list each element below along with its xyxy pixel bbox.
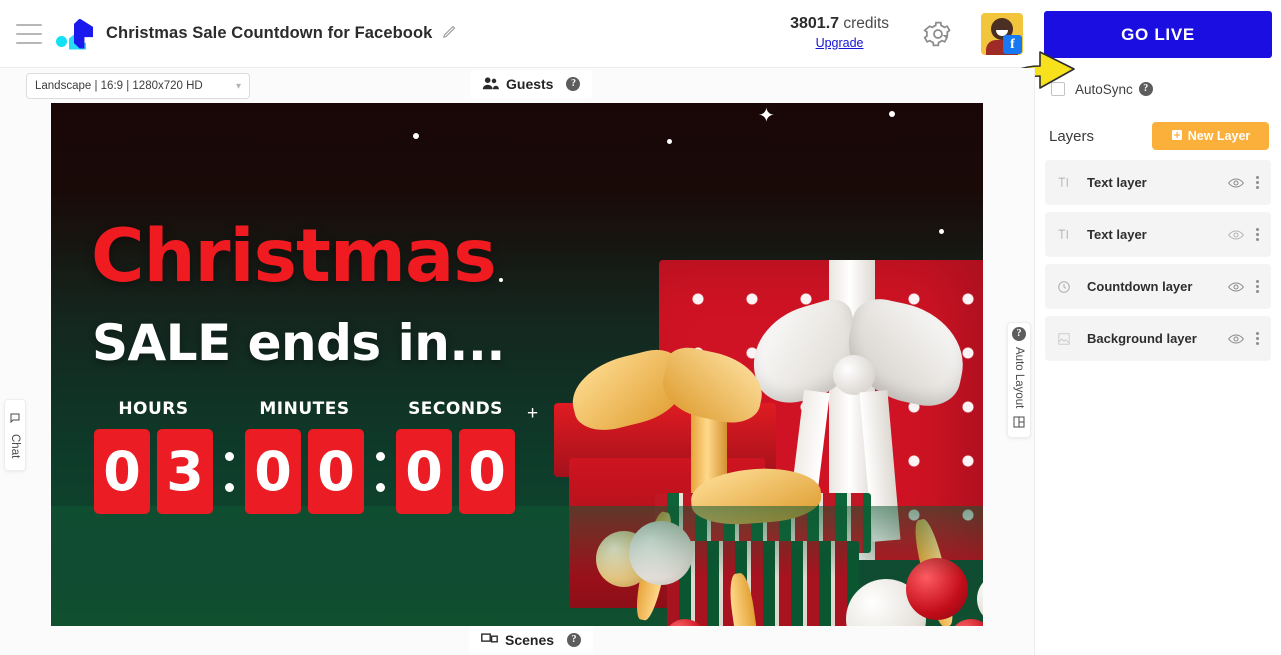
upgrade-link[interactable]: Upgrade [816, 36, 864, 50]
scenes-icon [481, 632, 498, 649]
credits-block: 3801.7 credits Upgrade [790, 15, 889, 52]
scenes-help-icon[interactable]: ? [567, 633, 582, 647]
snow-dot [413, 133, 419, 139]
kebab-menu-icon[interactable] [1254, 330, 1261, 347]
design-canvas[interactable]: ✦ ✦ [51, 103, 983, 626]
eye-icon[interactable] [1228, 281, 1244, 293]
new-layer-button[interactable]: New Layer [1152, 122, 1269, 150]
kebab-menu-icon[interactable] [1254, 226, 1261, 243]
aspect-ratio-value: Landscape | 16:9 | 1280x720 HD [35, 80, 203, 92]
countdown-layer[interactable]: HOURS 0 3 MINUTES 0 0 SECONDS 0 0 [94, 399, 515, 514]
text-layer-icon [1057, 228, 1075, 241]
countdown-separator [213, 429, 245, 514]
snow-dot [499, 278, 503, 282]
plus-square-icon [1171, 129, 1183, 144]
pencil-icon[interactable] [442, 24, 457, 43]
chevron-down-icon: ▾ [235, 80, 241, 92]
auto-layout-help-icon[interactable]: ? [1012, 327, 1026, 342]
avatar[interactable]: f [981, 12, 1023, 55]
autosync-row: AutoSync ? [1035, 68, 1281, 110]
eye-icon[interactable] [1228, 333, 1244, 345]
guests-label: Guests [506, 76, 554, 92]
layer-row-text-1[interactable]: Text layer [1045, 160, 1271, 205]
new-layer-label: New Layer [1187, 129, 1251, 143]
snow-dot [889, 111, 895, 117]
snow-dot [667, 139, 672, 144]
countdown-group-hours: HOURS 0 3 [94, 399, 213, 514]
kebab-menu-icon[interactable] [1254, 278, 1261, 295]
sparkle-icon: ✦ [758, 105, 775, 127]
gear-icon[interactable] [923, 19, 953, 49]
countdown-separator [364, 429, 396, 514]
editor-stage: Landscape | 16:9 | 1280x720 HD ▾ ✦ ✦ [0, 68, 1035, 655]
credits-word: credits [843, 15, 889, 33]
layers-panel: Layers New Layer Text layer Text layer C… [1035, 110, 1281, 655]
countdown-digit: 0 [396, 429, 452, 514]
countdown-digit: 0 [459, 429, 515, 514]
page-title: Christmas Sale Countdown for Facebook [106, 24, 433, 42]
autosync-checkbox[interactable] [1051, 82, 1065, 96]
auto-layout-tab[interactable]: ? Auto Layout [1007, 322, 1031, 438]
guests-button[interactable]: Guests ? [470, 70, 593, 98]
layers-title: Layers [1049, 127, 1095, 145]
chat-tab-label: Chat [9, 434, 21, 459]
kebab-menu-icon[interactable] [1254, 174, 1261, 191]
layer-name: Background layer [1087, 331, 1197, 346]
layer-name: Countdown layer [1087, 279, 1193, 294]
headline-christmas[interactable]: Christmas [91, 214, 497, 299]
eye-icon[interactable] [1228, 177, 1244, 189]
credits-value: 3801.7 [790, 15, 840, 33]
layer-row-countdown[interactable]: Countdown layer [1045, 264, 1271, 309]
headline-sale-ends-in[interactable]: SALE ends in... [92, 314, 505, 372]
autosync-help-icon[interactable]: ? [1138, 82, 1153, 96]
auto-layout-label: Auto Layout [1013, 347, 1025, 409]
add-element-handle[interactable]: + [527, 403, 538, 425]
image-layer-icon [1057, 332, 1075, 346]
go-live-area: GO LIVE [1035, 0, 1281, 68]
text-layer-icon [1057, 176, 1075, 189]
countdown-group-seconds: SECONDS 0 0 [396, 399, 515, 514]
layers-panel-header: Layers New Layer [1035, 110, 1281, 160]
countdown-label-hours: HOURS [118, 399, 189, 419]
layer-row-background[interactable]: Background layer [1045, 316, 1271, 361]
chat-tab[interactable]: Chat [4, 399, 26, 471]
brand-logo-icon[interactable] [54, 14, 98, 54]
layer-row-text-2[interactable]: Text layer [1045, 212, 1271, 257]
top-header-bar: Christmas Sale Countdown for Facebook 38… [0, 0, 1035, 68]
snow-dot [939, 229, 944, 234]
countdown-label-minutes: MINUTES [259, 399, 350, 419]
aspect-ratio-select[interactable]: Landscape | 16:9 | 1280x720 HD ▾ [26, 73, 250, 99]
layer-name: Text layer [1087, 227, 1147, 242]
go-live-button[interactable]: GO LIVE [1044, 11, 1272, 58]
clock-icon [1057, 280, 1075, 294]
facebook-badge: f [1003, 34, 1022, 54]
app-root: Christmas Sale Countdown for Facebook 38… [0, 0, 1281, 655]
eye-icon[interactable] [1228, 229, 1244, 241]
countdown-digit: 3 [157, 429, 213, 514]
countdown-digit: 0 [245, 429, 301, 514]
autosync-label: AutoSync [1075, 81, 1133, 97]
scenes-label: Scenes [505, 632, 555, 648]
hamburger-icon[interactable] [16, 23, 42, 44]
white-bow-knot [833, 355, 875, 395]
guests-help-icon[interactable]: ? [566, 77, 581, 91]
table-surface [51, 506, 983, 626]
countdown-digit: 0 [308, 429, 364, 514]
countdown-group-minutes: MINUTES 0 0 [245, 399, 364, 514]
layout-grid-icon [1013, 415, 1025, 433]
scenes-button[interactable]: Scenes ? [469, 626, 594, 654]
countdown-digit: 0 [94, 429, 150, 514]
chat-bubble-icon [9, 411, 21, 429]
layer-name: Text layer [1087, 175, 1147, 190]
people-icon [482, 76, 499, 93]
countdown-label-seconds: SECONDS [408, 399, 503, 419]
